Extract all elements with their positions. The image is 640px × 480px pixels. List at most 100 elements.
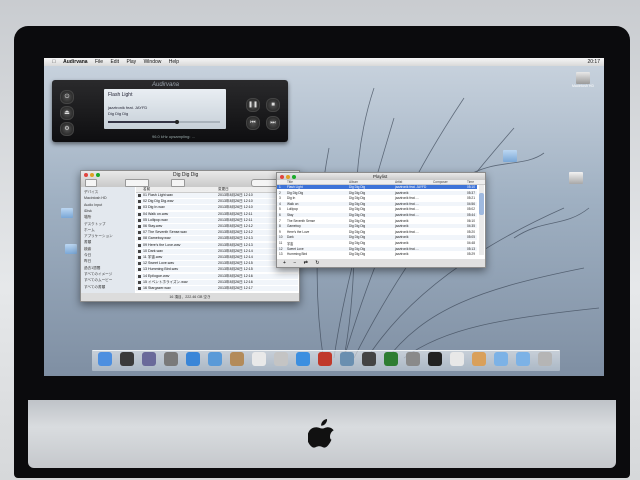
desktop-external-drive-icon[interactable] <box>566 172 586 184</box>
scroll-thumb[interactable] <box>479 193 484 215</box>
menu-window[interactable]: Window <box>144 59 162 65</box>
file-row[interactable]: 09 Here's the Love.wav 2013年8月26日 12:13 <box>136 242 298 248</box>
col-title[interactable]: Title <box>287 180 293 184</box>
next-button[interactable]: ⏭ <box>266 116 280 130</box>
downloads-icon[interactable] <box>516 352 530 366</box>
sidebar-item[interactable]: 今日 <box>84 253 91 258</box>
contacts-icon[interactable] <box>230 352 244 366</box>
sidebar-item[interactable]: アプリケーション <box>84 234 113 239</box>
stop-button[interactable]: ■ <box>266 98 280 112</box>
desktop-left-folder-icon[interactable] <box>60 208 74 218</box>
ical-icon[interactable] <box>252 352 266 366</box>
sidebar-item[interactable]: 書類 <box>84 240 91 245</box>
column-date[interactable]: 変更日 <box>218 187 229 192</box>
desktop-folder-icon[interactable] <box>500 150 520 162</box>
pause-button[interactable]: ❚❚ <box>246 98 260 112</box>
sidebar-item[interactable]: すべてのイメージ <box>84 272 112 277</box>
system-preferences-icon[interactable] <box>406 352 420 366</box>
playlist-row[interactable]: 13 Humming Bird Dig Dig Dig jazztronik 05:29 <box>277 252 477 256</box>
minimize-icon[interactable] <box>286 174 290 179</box>
playlist-row[interactable]: 12 Sweet Love Dig Dig Dig jazztronik feat. … <box>277 246 477 251</box>
file-row[interactable]: 05 Lollipop.wav 2013年8月26日 12:11 <box>136 217 298 223</box>
col-artist[interactable]: Artist <box>395 180 402 184</box>
timemachine-icon[interactable] <box>384 352 398 366</box>
playlist-row[interactable]: 7 The Seventh Sense Dig Dig Dig jazztronik 0… <box>277 219 477 223</box>
close-icon[interactable] <box>280 174 284 179</box>
previous-button[interactable]: ⏮ <box>246 116 260 130</box>
file-row[interactable]: 01 Flash Light.wav 2013年8月26日 12:10 <box>136 193 298 198</box>
sidebar-item[interactable]: デスクトップ <box>84 222 106 227</box>
repeat-icon[interactable]: ↻ <box>315 260 319 266</box>
playlist-row[interactable]: 10 Dark Dig Dig Dig jazztronik 05:05 <box>277 235 477 240</box>
sidebar-item[interactable]: ホーム <box>84 228 95 233</box>
file-row[interactable]: 15 イベントホライズン.wav 2013年8月26日 12:16 <box>136 279 298 285</box>
finder-titlebar[interactable]: Dig Dig Dig <box>81 171 299 187</box>
playlist-row[interactable]: 9 Here's the Love Dig Dig Dig jazztronik fe… <box>277 230 477 234</box>
add-icon[interactable]: + <box>283 260 286 266</box>
menu-app-name[interactable]: Audirvana <box>63 59 87 65</box>
audirvana-icon[interactable] <box>450 352 464 366</box>
dvd-player-icon[interactable] <box>428 352 442 366</box>
playlist-titlebar[interactable]: Playlist <box>277 173 485 180</box>
file-row[interactable]: 06 Stay.wav 2013年8月26日 12:12 <box>136 224 298 229</box>
file-row[interactable]: 03 Dig In.wav 2013年8月26日 12:10 <box>136 205 298 211</box>
file-row[interactable]: 14 Epilogue.wav 2013年8月26日 12:16 <box>136 273 298 279</box>
sidebar-item[interactable]: 昨日 <box>84 259 91 264</box>
zoom-icon[interactable] <box>292 174 296 179</box>
keyboard-icon[interactable] <box>472 352 486 366</box>
file-row[interactable]: 07 The Seventh Sense.wav 2013年8月26日 12:12 <box>136 230 298 236</box>
menu-edit[interactable]: Edit <box>110 59 119 65</box>
menu-file[interactable]: File <box>95 59 103 65</box>
col-time[interactable]: Time <box>467 180 474 184</box>
playlist-scrollbar[interactable] <box>479 185 484 255</box>
file-row[interactable]: 12 Sweet Love.wav 2013年8月26日 12:15 <box>136 261 298 267</box>
action-button[interactable] <box>171 179 185 187</box>
file-row[interactable]: 16 Stargazer.wav 2013年8月26日 12:17 <box>136 286 298 291</box>
mission-control-icon[interactable] <box>142 352 156 366</box>
playlist-row[interactable]: 1 Flash Light Dig Dig Dig jazztronik feat. … <box>277 185 477 190</box>
playlist-row[interactable]: 5 Lollipop Dig Dig Dig jazztronik feat. ...… <box>277 207 477 211</box>
shuffle-icon[interactable]: ⇄ <box>304 260 308 266</box>
mail-icon[interactable] <box>208 352 222 366</box>
playlist-row[interactable]: 4 Walk on Dig Dig Dig jazztronik feat. ... 0… <box>277 201 477 206</box>
itunes-icon[interactable] <box>296 352 310 366</box>
safari-icon[interactable] <box>186 352 200 366</box>
sidebar-item[interactable]: Audio Input <box>84 203 102 207</box>
sidebar-item[interactable]: iDisk <box>84 209 92 213</box>
eject-button[interactable]: ⏏ <box>60 106 74 120</box>
folder-icon[interactable] <box>494 352 508 366</box>
column-name[interactable]: 名前 <box>143 187 150 192</box>
playlist-row[interactable]: 3 Dig In Dig Dig Dig jazztronik feat. ... 05… <box>277 196 477 200</box>
garageband-icon[interactable] <box>362 352 376 366</box>
sidebar-item[interactable]: 過去1週間 <box>84 266 100 271</box>
desktop-left-folder-2-icon[interactable] <box>64 244 78 254</box>
menu-help[interactable]: Help <box>169 59 179 65</box>
finder-icon[interactable] <box>98 352 112 366</box>
launchpad-icon[interactable] <box>164 352 178 366</box>
sidebar-item[interactable]: すべてのムービー <box>84 278 112 283</box>
menu-clock[interactable]: 20:17 <box>587 59 600 65</box>
col-album[interactable]: Album <box>349 180 358 184</box>
iphoto-icon[interactable] <box>340 352 354 366</box>
col-composer[interactable]: Composer <box>433 180 448 184</box>
progress-knob[interactable] <box>175 120 180 124</box>
playlist-row[interactable]: 11 宇宙 Dig Dig Dig jazztronik 04:48 <box>277 241 477 246</box>
progress-bar[interactable] <box>108 120 220 124</box>
menu-play[interactable]: Play <box>126 59 136 65</box>
playlist-row[interactable]: 8 Gameboy Dig Dig Dig jazztronik 04:35 <box>277 224 477 229</box>
desktop-hd-icon[interactable]: Macintosh HD <box>568 72 598 88</box>
preview-icon[interactable] <box>274 352 288 366</box>
close-icon[interactable] <box>84 172 88 177</box>
playlist-row[interactable]: 2 Dig Dig Dig Dig Dig Dig jazztronik 05:37 <box>277 190 477 195</box>
remove-icon[interactable]: − <box>293 260 296 266</box>
file-row[interactable]: 02 Dig Dig Dig.wav 2013年8月26日 12:10 <box>136 199 298 205</box>
zoom-icon[interactable] <box>96 172 100 177</box>
playlist-row[interactable]: 6 Stay Dig Dig Dig jazztronik feat. ... 05:4… <box>277 213 477 218</box>
photo-booth-icon[interactable] <box>318 352 332 366</box>
file-row[interactable]: 08 Gameboy.wav 2013年8月26日 12:13 <box>136 236 298 242</box>
sidebar-item[interactable]: すべての書類 <box>84 285 105 290</box>
minimize-icon[interactable] <box>90 172 94 177</box>
view-mode-button[interactable] <box>125 179 149 187</box>
trash-icon[interactable] <box>538 352 552 366</box>
apple-menu-icon[interactable]:  <box>52 59 56 65</box>
